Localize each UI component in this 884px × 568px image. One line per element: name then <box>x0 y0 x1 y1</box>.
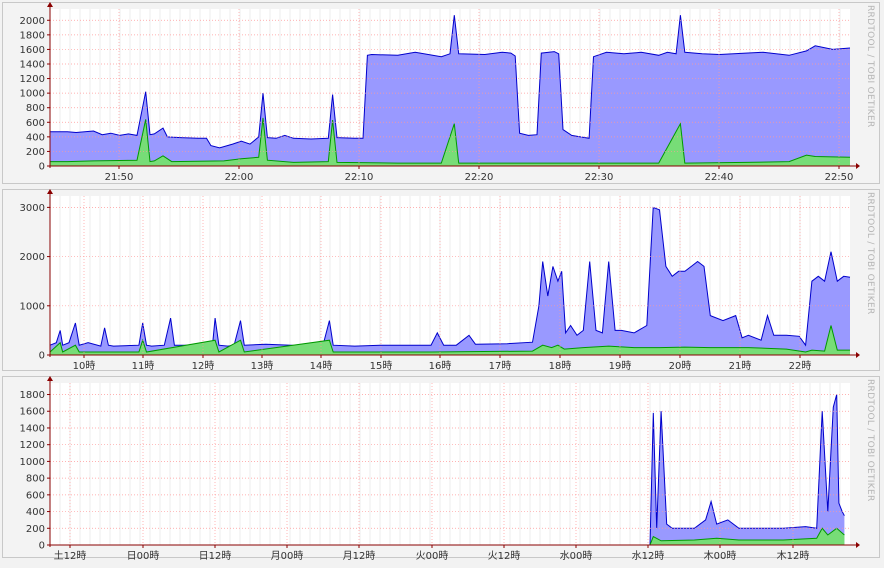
x-tick-label: 月00時 <box>271 550 304 562</box>
x-tick-label: 22:40 <box>705 172 734 183</box>
chart-1: 0 1000 2000 3000 10時 11時 12時 13時 14時 15時 16時 17時 18時… <box>20 189 875 372</box>
x-tick-label: 木00時 <box>704 550 737 562</box>
x-tick-label: 17時 <box>489 360 512 372</box>
y-tick-label: 200 <box>26 147 45 158</box>
x-tick-label: 水00時 <box>560 550 593 562</box>
x-tick-label: 22:30 <box>585 172 614 183</box>
y-tick-label: 600 <box>26 490 45 501</box>
y-tick-label: 1000 <box>20 457 45 468</box>
x-tick-label: 20時 <box>669 360 692 372</box>
x-tick-label: 日00時 <box>127 550 160 562</box>
x-tick-label: 12時 <box>192 360 215 372</box>
x-tick-label: 22:20 <box>465 172 494 183</box>
x-tick-label: 21:50 <box>105 172 134 183</box>
y-tick-label: 600 <box>26 118 45 129</box>
y-tick-label: 2000 <box>20 16 45 27</box>
rrdtool-watermark: RRDTOOL / TOBI OETIKER <box>865 192 875 315</box>
rrd-graphs: 020040060080010001200140016001800200021:… <box>20 2 875 562</box>
y-tick-label: 800 <box>26 103 45 114</box>
y-axis-arrow <box>47 189 53 194</box>
y-tick-label: 2000 <box>20 252 45 263</box>
rrdtool-watermark: RRDTOOL / TOBI OETIKER <box>865 5 875 128</box>
y-axis-arrow <box>47 2 53 7</box>
x-tick-label: 火12時 <box>488 550 521 562</box>
x-tick-label: 月12時 <box>343 550 376 562</box>
x-tick-label: 21時 <box>729 360 752 372</box>
x-tick-label: 水12時 <box>632 550 665 562</box>
y-tick-label: 200 <box>26 524 45 535</box>
y-tick-label: 400 <box>26 132 45 143</box>
x-tick-label: 22:00 <box>225 172 254 183</box>
rrdtool-watermark: RRDTOOL / TOBI OETIKER <box>865 379 875 502</box>
x-tick-label: 土12時 <box>54 549 87 562</box>
y-axis-arrow <box>47 376 53 381</box>
x-axis-arrow <box>856 352 860 358</box>
y-tick-label: 3000 <box>20 203 45 214</box>
y-tick-label: 1000 <box>20 89 45 100</box>
y-tick-label: 1200 <box>20 440 45 451</box>
y-tick-label: 800 <box>26 474 45 485</box>
x-tick-label: 15時 <box>370 360 393 372</box>
x-tick-label: 14時 <box>310 360 333 372</box>
x-tick-label: 22時 <box>789 360 812 372</box>
y-tick-label: 400 <box>26 507 45 518</box>
x-tick-label: 16時 <box>429 360 452 372</box>
y-tick-label: 1200 <box>20 74 45 85</box>
chart-2: 0 200 400 600 800 1000 1200 1400 1600 1800 土12時 日00… <box>20 376 875 562</box>
x-tick-label: 22:10 <box>345 172 374 183</box>
x-tick-label: 10時 <box>73 360 96 372</box>
y-tick-label: 1600 <box>20 407 45 418</box>
y-tick-label: 0 <box>39 351 45 362</box>
y-tick-label: 0 <box>39 162 45 173</box>
y-tick-label: 1000 <box>20 301 45 312</box>
y-tick-label: 1600 <box>20 45 45 56</box>
x-tick-label: 火00時 <box>416 550 449 562</box>
y-tick-label: 1800 <box>20 30 45 41</box>
x-axis-arrow <box>856 542 860 548</box>
x-tick-label: 日12時 <box>199 550 232 562</box>
chart-0: 0 200 400 600 800 1000 1200 1400 1600 1800 2000 21:… <box>20 2 875 183</box>
x-tick-label: 13時 <box>251 360 274 372</box>
y-tick-label: 1400 <box>20 60 45 71</box>
x-tick-label: 18時 <box>549 360 572 372</box>
x-tick-label: 19時 <box>609 360 632 372</box>
y-tick-label: 0 <box>39 541 45 552</box>
y-tick-label: 1800 <box>20 390 45 401</box>
y-tick-label: 1400 <box>20 423 45 434</box>
x-tick-label: 11時 <box>132 360 155 372</box>
x-tick-label: 木12時 <box>777 550 810 562</box>
x-tick-label: 22:50 <box>825 172 854 183</box>
x-axis-arrow <box>856 163 860 169</box>
